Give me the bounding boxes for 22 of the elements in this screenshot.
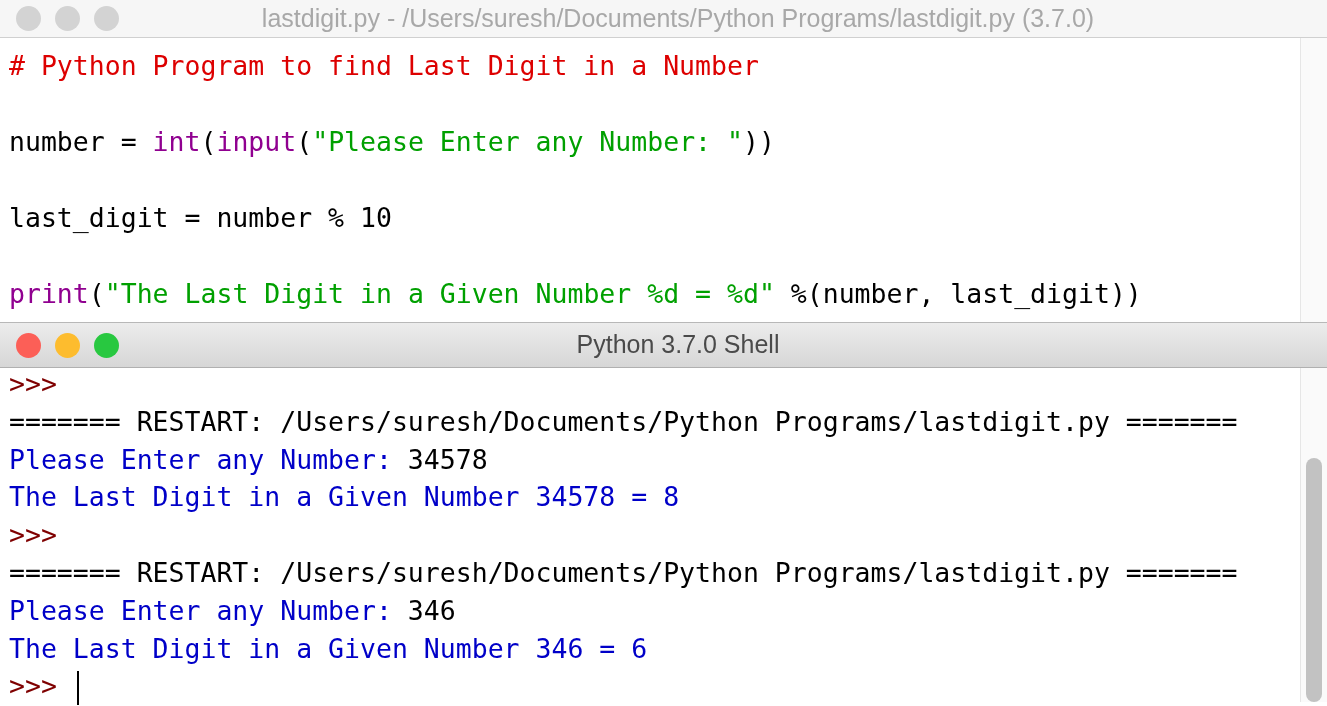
window-title: Python 3.7.0 Shell — [576, 330, 780, 359]
shell-line: >>> — [9, 518, 57, 553]
shell-line: ======= RESTART: /Users/suresh/Documents/Python Programs/lastdigit.py ======= — [9, 404, 1238, 439]
shell-line: The Last Digit in a Given Number 346 = 6 — [9, 631, 648, 666]
code-line: last_digit = number % 10 — [9, 201, 392, 235]
minimize-button[interactable] — [55, 332, 80, 358]
window-title: lastdigit.py - /Users/suresh/Documents/Python Programs/lastdigit.py (3.7.0) — [261, 3, 1095, 32]
shell-line: The Last Digit in a Given Number 34578 = 8 — [9, 480, 680, 515]
scrollbar-thumb[interactable] — [1306, 458, 1322, 702]
code-line: print("The Last Digit in a Given Number %d = %d" %(number, last_digit)) — [9, 277, 1142, 311]
shell-line: >>> — [9, 667, 79, 706]
shell-line: Please Enter any Number: 346 — [9, 593, 456, 628]
code-line: number = int(input("Please Enter any Number: ")) — [9, 125, 775, 159]
shell-line: ======= RESTART: /Users/suresh/Documents/Python Programs/lastdigit.py ======= — [9, 556, 1238, 590]
minimize-button[interactable] — [55, 6, 80, 31]
close-button[interactable] — [16, 6, 41, 31]
maximize-button[interactable] — [94, 6, 119, 31]
shell-line: Please Enter any Number: 34578 — [9, 442, 488, 477]
close-button[interactable] — [16, 332, 41, 358]
maximize-button[interactable] — [94, 332, 119, 358]
code-line: # Python Program to find Last Digit in a Number — [9, 49, 759, 83]
shell-line: >>> — [9, 367, 57, 401]
